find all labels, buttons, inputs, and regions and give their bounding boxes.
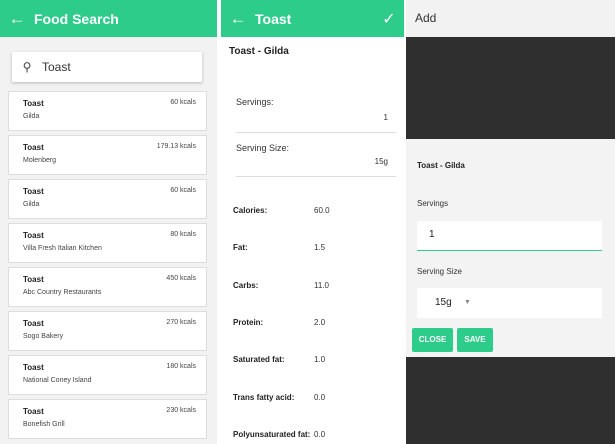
- nutrient-label: Trans fatty acid:: [233, 393, 295, 402]
- app-bar: Add: [406, 0, 615, 37]
- nutrient-row: Saturated fat: 1.0: [233, 355, 393, 367]
- page-title: Toast: [255, 10, 292, 27]
- divider: [236, 132, 396, 133]
- nutrient-value: 60.0: [314, 206, 330, 215]
- food-kcal: 270 kcals: [166, 319, 196, 326]
- food-brand: Molenberg: [23, 157, 57, 164]
- app-bar: ← Toast ✓: [221, 0, 404, 37]
- nutrient-label: Carbs:: [233, 281, 259, 290]
- food-kcal: 60 kcals: [170, 99, 196, 106]
- save-button[interactable]: SAVE: [457, 328, 493, 352]
- food-name: Toast: [23, 275, 44, 284]
- nutrient-label: Polyunsaturated fat:: [233, 430, 311, 439]
- list-item[interactable]: Toast Villa Fresh Italian Kitchen 80 kcals: [8, 223, 207, 263]
- food-name: Toast: [23, 143, 44, 152]
- food-search-screen: ← Food Search ⚲ Toast Toast Gilda 60 kcals…: [0, 0, 217, 444]
- food-kcal: 450 kcals: [166, 275, 196, 282]
- food-kcal: 80 kcals: [170, 231, 196, 238]
- back-arrow-icon[interactable]: ←: [0, 0, 34, 37]
- nutrient-value: 1.0: [314, 355, 326, 364]
- nutrient-label: Fat:: [233, 243, 248, 252]
- nutrient-label: Protein:: [233, 318, 264, 327]
- food-brand: Bonefish Grill: [23, 421, 65, 428]
- servings-input[interactable]: 1: [417, 221, 602, 251]
- dialog-title: Toast - Gilda: [417, 161, 465, 170]
- list-item[interactable]: Toast National Coney Island 180 kcals: [8, 355, 207, 395]
- food-kcal: 60 kcals: [170, 187, 196, 194]
- nutrient-value: 0.0: [314, 393, 326, 402]
- nutrient-row: Fat: 1.5: [233, 243, 393, 255]
- food-kcal: 230 kcals: [166, 407, 196, 414]
- nutrient-value: 11.0: [314, 281, 329, 290]
- add-screen: Add Toast - Gilda Servings 1 Serving Siz…: [406, 0, 615, 444]
- nutrient-value: 0.0: [314, 430, 326, 439]
- servings-label: Servings:: [236, 97, 274, 107]
- nutrient-label: Saturated fat:: [233, 355, 285, 364]
- serving-size-label: Serving Size:: [236, 143, 290, 153]
- serving-size-value: 15g: [435, 297, 452, 308]
- add-dialog: Toast - Gilda Servings 1 Serving Size 15…: [406, 139, 615, 357]
- servings-label: Servings: [417, 199, 449, 208]
- serving-size-dropdown[interactable]: 15g ▼: [417, 288, 602, 318]
- food-brand: Abc Country Restaurants: [23, 289, 102, 296]
- dropdown-caret-icon: ▼: [464, 299, 471, 306]
- serving-size-label: Serving Size: [417, 267, 462, 276]
- close-button[interactable]: CLOSE: [412, 328, 453, 352]
- nutrient-row: Carbs: 11.0: [233, 281, 393, 293]
- search-query[interactable]: Toast: [42, 60, 71, 74]
- food-kcal: 180 kcals: [166, 363, 196, 370]
- food-name: Toast: [23, 319, 44, 328]
- servings-value: 1: [429, 229, 435, 240]
- list-item[interactable]: Toast Abc Country Restaurants 450 kcals: [8, 267, 207, 307]
- nutrient-value: 1.5: [314, 243, 326, 252]
- nutrient-value: 2.0: [314, 318, 326, 327]
- list-item[interactable]: Toast Sogo Bakery 270 kcals: [8, 311, 207, 351]
- checkmark-icon[interactable]: ✓: [374, 9, 404, 29]
- nutrient-label: Calories:: [233, 206, 268, 215]
- serving-size-value[interactable]: 15g: [375, 157, 388, 166]
- food-name: Toast: [23, 187, 44, 196]
- search-input[interactable]: ⚲ Toast: [12, 52, 202, 82]
- list-item[interactable]: Toast Gilda 60 kcals: [8, 91, 207, 131]
- page-title: Food Search: [34, 10, 119, 27]
- food-name: Toast: [23, 231, 44, 240]
- nutrient-row: Calories: 60.0: [233, 206, 393, 218]
- back-arrow-icon[interactable]: ←: [221, 0, 255, 37]
- nutrient-row: Trans fatty acid: 0.0: [233, 393, 393, 405]
- nutrient-row: Protein: 2.0: [233, 318, 393, 330]
- food-name: Toast: [23, 407, 44, 416]
- divider: [236, 176, 396, 177]
- servings-value[interactable]: 1: [384, 113, 388, 122]
- food-name: Toast: [23, 99, 44, 108]
- item-title: Toast - Gilda: [229, 46, 289, 57]
- list-item[interactable]: Toast Molenberg 179.13 kcals: [8, 135, 207, 175]
- food-brand: Gilda: [23, 201, 40, 208]
- food-brand: Sogo Bakery: [23, 333, 64, 340]
- search-icon: ⚲: [22, 60, 32, 74]
- nutrient-row: Polyunsaturated fat: 0.0: [233, 430, 393, 442]
- food-brand: Gilda: [23, 113, 40, 120]
- list-item[interactable]: Toast Bonefish Grill 230 kcals: [8, 399, 207, 439]
- list-item[interactable]: Toast Gilda 60 kcals: [8, 179, 207, 219]
- page-title: Add: [415, 11, 437, 25]
- food-name: Toast: [23, 363, 44, 372]
- food-brand: National Coney Island: [23, 377, 92, 384]
- food-detail-screen: ← Toast ✓ Toast - Gilda Servings: 1 Serv…: [221, 0, 404, 444]
- food-brand: Villa Fresh Italian Kitchen: [23, 245, 102, 252]
- app-bar: ← Food Search: [0, 0, 217, 37]
- food-kcal: 179.13 kcals: [156, 143, 196, 150]
- search-results-list: Toast Gilda 60 kcals Toast Molenberg 179.13 k…: [8, 91, 207, 443]
